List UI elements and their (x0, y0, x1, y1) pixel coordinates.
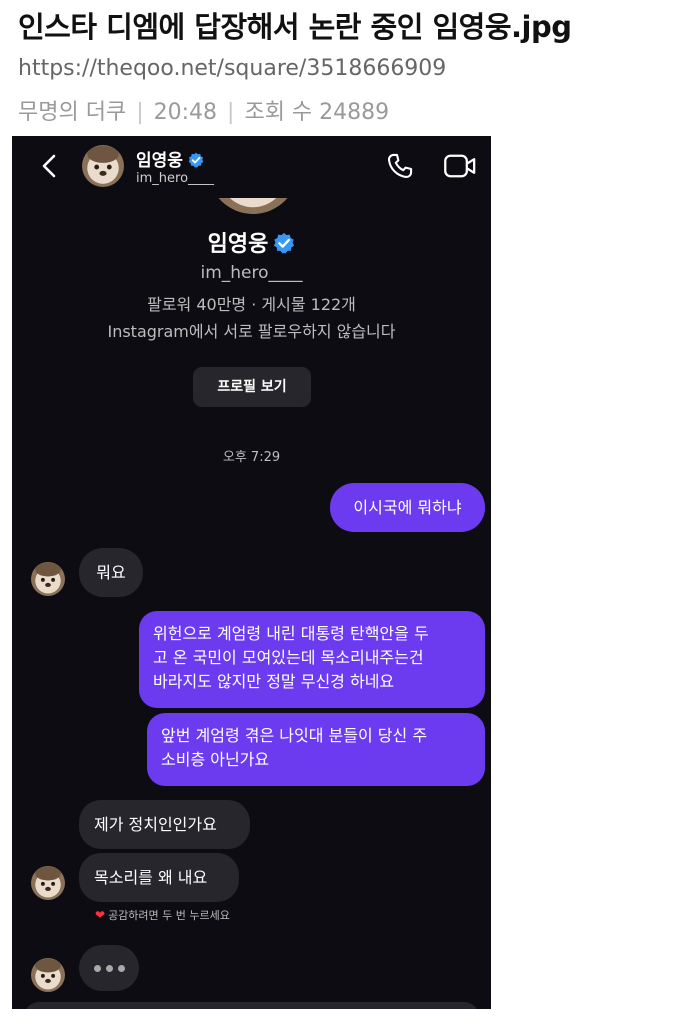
dm-screenshot: 임영웅 im_hero____ 임영웅 im_hero____ 팔로워 40만명… (12, 136, 491, 1009)
message-text: 이시국에 뭐하냐 (353, 498, 462, 517)
typing-dot (106, 965, 113, 972)
profile-stats: 팔로워 40만명 · 게시물 122개 (147, 295, 356, 314)
message-line: 바라지도 않지만 정말 무신경 하네요 (153, 672, 395, 691)
message-timestamp: 오후 7:29 (222, 450, 281, 465)
phone-icon[interactable] (386, 152, 414, 180)
profile-name-text: 임영웅 (207, 232, 269, 257)
view-profile-button[interactable]: 프로필 보기 (193, 367, 311, 407)
meta-separator: | (136, 100, 144, 125)
profile-handle: im_hero____ (200, 263, 303, 283)
sent-message[interactable]: 앞번 계엄령 겪은 나잇대 분들이 당신 주 소비층 아닌가요 (147, 713, 485, 786)
dm-header: 임영웅 im_hero____ (12, 136, 491, 198)
back-chevron-icon[interactable] (36, 152, 64, 180)
reaction-hint: ❤ 공감하려면 두 번 누르세요 (95, 907, 230, 923)
avatar[interactable] (31, 866, 65, 900)
received-message[interactable]: 뭐요 (79, 548, 143, 597)
sent-message[interactable]: 이시국에 뭐하냐 (330, 483, 485, 532)
message-composer[interactable] (24, 1002, 479, 1009)
post-meta: 무명의 더쿠 | 20:48 | 조회 수 24889 (18, 94, 389, 126)
follow-status: Instagram에서 서로 팔로우하지 않습니다 (107, 322, 396, 341)
typing-dot (118, 965, 125, 972)
header-name-text: 임영웅 (136, 151, 183, 171)
received-message[interactable]: 제가 정치인인가요 (79, 800, 250, 849)
message-text: 목소리를 왜 내요 (94, 868, 208, 887)
sent-message[interactable]: 위헌으로 계엄령 내린 대통령 탄핵안을 두 고 온 국민이 모여있는데 목소리… (139, 611, 485, 708)
typing-dot (94, 965, 101, 972)
reaction-hint-text: 공감하려면 두 번 누르세요 (108, 909, 230, 922)
profile-name: 임영웅 (12, 226, 491, 258)
post-views-label: 조회 수 (244, 100, 313, 125)
post-author: 무명의 더쿠 (18, 100, 127, 125)
avatar[interactable] (31, 562, 65, 596)
avatar[interactable] (82, 145, 124, 187)
meta-separator: | (227, 100, 235, 125)
verified-badge-icon (273, 232, 295, 254)
message-line: 앞번 계엄령 겪은 나잇대 분들이 당신 주 (161, 726, 428, 745)
typing-indicator (79, 945, 139, 991)
heart-icon: ❤ (95, 908, 106, 922)
post-url[interactable]: https://theqoo.net/square/3518666909 (18, 56, 446, 81)
post-title: 인스타 디엠에 답장해서 논란 중인 임영웅.jpg (18, 10, 572, 44)
received-message[interactable]: 목소리를 왜 내요 (79, 853, 239, 902)
avatar[interactable] (31, 958, 65, 992)
message-line: 위헌으로 계엄령 내린 대통령 탄핵안을 두 (153, 624, 429, 643)
post-views: 24889 (319, 100, 390, 125)
message-text: 제가 정치인인가요 (94, 815, 217, 834)
header-name[interactable]: 임영웅 (136, 146, 204, 171)
message-line: 소비층 아닌가요 (161, 750, 270, 769)
verified-badge-icon (188, 152, 204, 168)
header-handle: im_hero____ (136, 171, 215, 186)
message-text: 뭐요 (96, 563, 126, 582)
video-camera-icon[interactable] (443, 152, 477, 180)
post-time: 20:48 (153, 100, 218, 125)
profile-avatar-partial (208, 198, 298, 214)
message-line: 고 온 국민이 모여있는데 목소리내주는건 (153, 648, 424, 667)
